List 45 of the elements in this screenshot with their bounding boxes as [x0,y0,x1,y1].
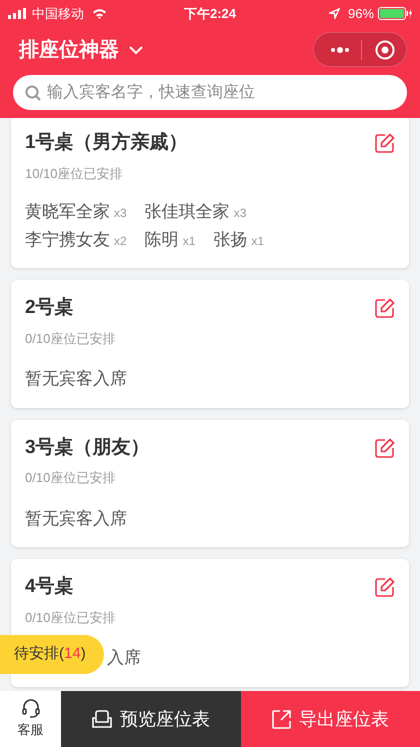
battery-percent: 96% [348,4,374,23]
pending-badge[interactable]: 待安排(14) [0,635,104,674]
guest-count: x2 [114,232,127,250]
carrier-name: 中国移动 [32,4,84,23]
chevron-down-icon[interactable] [129,46,143,54]
empty-guests-text: 入席 [107,647,141,669]
edit-icon[interactable] [375,133,395,154]
seat-count-text: 0/10座位已安排 [25,469,116,487]
table-title: 1号桌（男方亲戚） [25,130,188,155]
more-icon[interactable] [330,46,350,52]
app-title[interactable]: 排座位神器 [19,34,119,64]
guest-name: 张扬 [213,228,248,250]
sofa-icon [92,710,112,728]
seat-count-text: 0/10座位已安排 [25,608,116,626]
guest-count: x1 [182,232,196,250]
guest-count: x3 [114,205,127,222]
table-title: 4号桌 [25,574,74,599]
battery-icon [378,7,412,20]
close-target-icon[interactable] [375,40,395,60]
location-arrow-icon [328,8,340,19]
guest-name: 李宁携女友 [25,228,110,250]
headset-icon [20,698,40,718]
wifi-icon [92,8,107,19]
preview-button[interactable]: 预览座位表 [61,691,241,747]
seat-count-text: 10/10座位已安排 [25,164,123,182]
guest-count: x3 [234,205,246,222]
customer-service-button[interactable]: 客服 [0,691,61,747]
seat-count-text: 0/10座位已安排 [25,330,116,348]
edit-icon[interactable] [375,298,395,318]
table-title: 3号桌（朋友） [25,436,150,460]
guest-name: 张佳琪全家 [144,201,230,223]
search-icon [25,85,41,101]
guest-name: 陈明 [144,228,179,250]
edit-icon[interactable] [375,438,395,458]
clock-time: 下午2:24 [184,4,236,23]
search-field[interactable]: 输入宾客名字，快速查询座位 [13,75,407,110]
export-button[interactable]: 导出座位表 [241,691,420,747]
share-out-icon [272,710,291,728]
edit-icon[interactable] [375,577,395,598]
guest-name: 黄晓军全家 [25,201,110,223]
signal-icon [8,8,28,19]
guest-count: x1 [251,232,264,250]
empty-guests-text: 暂无宾客入席 [25,508,127,530]
table-title: 2号桌 [25,296,74,320]
empty-guests-text: 暂无宾客入席 [25,368,127,390]
